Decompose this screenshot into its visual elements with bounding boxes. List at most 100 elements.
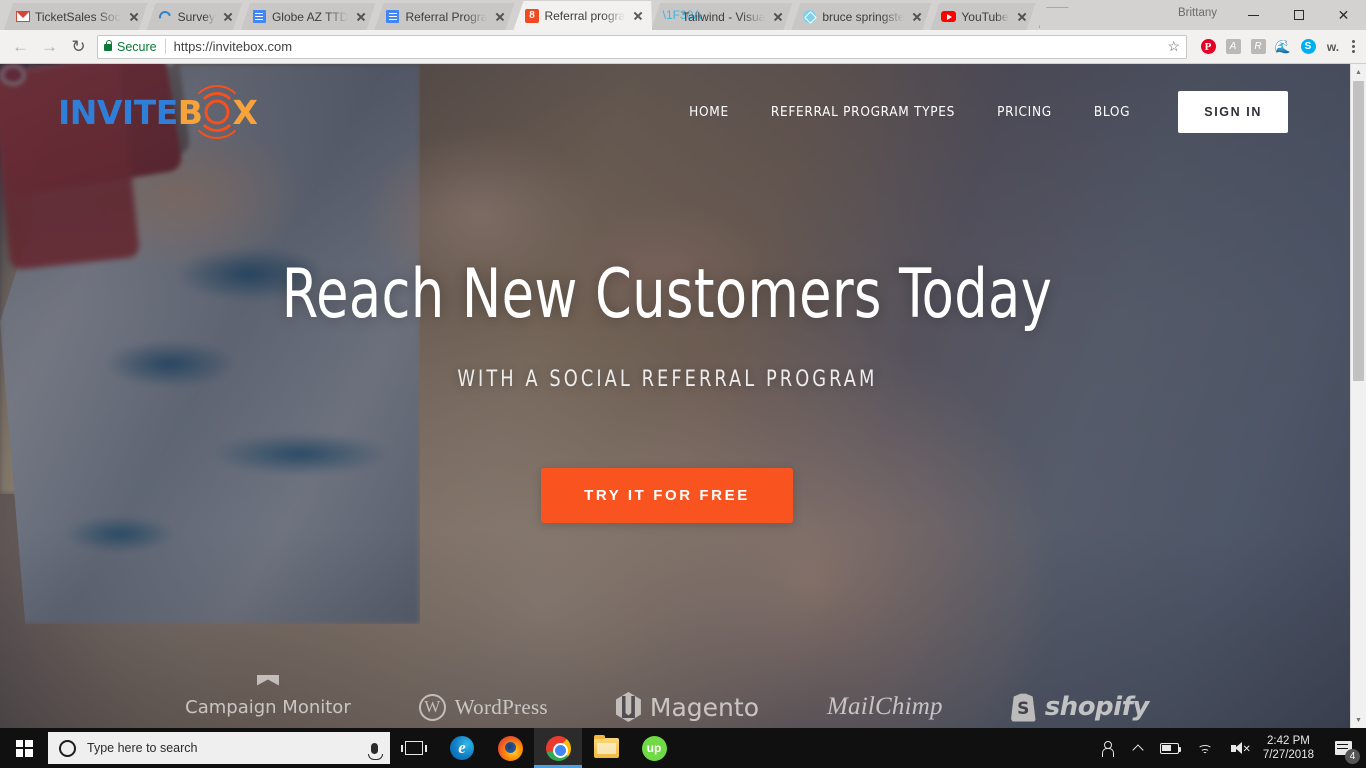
reload-icon[interactable]: ↻	[64, 32, 93, 61]
close-icon[interactable]	[909, 9, 925, 25]
chrome-browser-window: TicketSales Soc Survey Globe AZ TTD Refe…	[0, 0, 1366, 768]
scrollbar-thumb[interactable]	[1353, 81, 1364, 381]
tab-title: Tailwind - Visua	[682, 9, 766, 24]
notification-count-badge: 4	[1345, 749, 1360, 764]
partner-logos: Campaign Monitor W WordPress Magento Mai…	[0, 674, 1334, 722]
mailchimp-label: MailChimp	[827, 693, 943, 720]
windows-taskbar: Type here to search e up ✕ 2:42 PM 7/27/…	[0, 728, 1366, 768]
security-label: Secure	[117, 39, 157, 54]
new-tab-button[interactable]	[1039, 7, 1069, 28]
nav-item-pricing[interactable]: PRICING	[976, 104, 1073, 120]
windows-start-icon[interactable]	[0, 728, 48, 768]
minimize-icon[interactable]	[1231, 0, 1276, 30]
notifications-icon[interactable]: 4	[1324, 728, 1362, 768]
tab-strip: TicketSales Soc Survey Globe AZ TTD Refe…	[0, 0, 1366, 30]
show-hidden-icons-icon[interactable]	[1125, 728, 1151, 768]
close-icon[interactable]	[126, 9, 142, 25]
url-text: https://invitebox.com	[173, 39, 293, 54]
browser-tab-3[interactable]: Referral Progra	[374, 3, 514, 30]
google-docs-icon	[385, 9, 400, 24]
close-icon[interactable]	[1014, 9, 1030, 25]
cortana-icon	[59, 739, 76, 757]
browser-tab-7[interactable]: YouTube	[930, 3, 1035, 30]
cortana-search-box[interactable]: Type here to search	[48, 732, 390, 764]
nav-item-referral-program-types[interactable]: REFERRAL PROGRAM TYPES	[750, 104, 976, 120]
firefox-taskbar-icon[interactable]	[486, 728, 534, 768]
tab-title: Referral progra	[544, 8, 626, 23]
partner-wordpress[interactable]: W WordPress	[418, 693, 548, 721]
page-scrollbar[interactable]: ▲ ▼	[1350, 64, 1366, 728]
upwork-taskbar-icon[interactable]: up	[630, 728, 678, 768]
site-header: INVITE B X HOME REFERRAL PROGRAM TYPES P…	[0, 64, 1334, 160]
address-bar[interactable]: Secure https://invitebox.com ☆	[97, 34, 1187, 59]
shopify-icon: S	[1010, 693, 1036, 722]
wordtune-extension-icon[interactable]: w.	[1322, 36, 1344, 58]
divider	[164, 39, 166, 54]
clock-date: 7/27/2018	[1262, 749, 1314, 761]
scroll-up-icon[interactable]: ▲	[1351, 64, 1366, 80]
try-it-for-free-button[interactable]: TRY IT FOR FREE	[541, 468, 793, 523]
browser-toolbar: ← → ↻ Secure https://invitebox.com ☆ P A…	[0, 30, 1366, 64]
close-icon[interactable]	[770, 9, 786, 25]
window-controls: Brittany ✕	[1170, 0, 1366, 30]
volume-muted-icon[interactable]: ✕	[1222, 728, 1257, 768]
system-tray: ✕ 2:42 PM 7/27/2018 4	[1092, 728, 1366, 768]
invitebox-logo[interactable]: INVITE B X	[58, 85, 258, 139]
shopify-label: shopify	[1044, 692, 1150, 722]
logo-text-invite: INVITE	[58, 92, 178, 132]
grammarly-extension-icon[interactable]: R	[1247, 36, 1269, 58]
partner-shopify[interactable]: S shopify	[1010, 692, 1150, 722]
maximize-icon[interactable]	[1276, 0, 1321, 30]
battery-icon[interactable]	[1151, 728, 1188, 768]
sign-in-button[interactable]: SIGN IN	[1178, 91, 1288, 133]
file-explorer-taskbar-icon[interactable]	[582, 728, 630, 768]
partner-magento[interactable]: Magento	[615, 692, 759, 722]
tailwind-extension-icon[interactable]: 🌊	[1272, 36, 1294, 58]
close-icon[interactable]	[630, 8, 646, 24]
bookmark-star-icon[interactable]: ☆	[1167, 38, 1180, 55]
microsoft-edge-taskbar-icon[interactable]: e	[438, 728, 486, 768]
tab-title: TicketSales Soc	[35, 9, 121, 24]
microphone-icon[interactable]	[368, 742, 383, 760]
scroll-down-icon[interactable]: ▼	[1351, 712, 1366, 728]
nav-item-home[interactable]: HOME	[668, 104, 750, 120]
pinterest-extension-icon[interactable]: P	[1197, 36, 1219, 58]
tab-title: YouTube	[961, 9, 1009, 24]
close-icon[interactable]	[492, 9, 508, 25]
partner-mailchimp[interactable]: MailChimp	[827, 693, 943, 721]
main-navigation: HOME REFERRAL PROGRAM TYPES PRICING BLOG…	[668, 91, 1288, 133]
profile-name[interactable]: Brittany	[1170, 7, 1231, 19]
people-icon[interactable]	[1092, 728, 1125, 768]
youtube-icon	[941, 9, 956, 24]
partner-campaign-monitor[interactable]: Campaign Monitor	[185, 674, 351, 718]
tab-title: bruce springste	[822, 9, 905, 24]
page-viewport: INVITE B X HOME REFERRAL PROGRAM TYPES P…	[0, 64, 1366, 728]
search-placeholder: Type here to search	[87, 741, 198, 755]
browser-tab-2[interactable]: Globe AZ TTD	[241, 3, 375, 30]
browser-tab-6[interactable]: bruce springste	[791, 3, 931, 30]
back-icon[interactable]: ←	[6, 32, 35, 61]
forward-icon[interactable]: →	[35, 32, 64, 61]
tab-title: Globe AZ TTD	[271, 9, 349, 24]
chrome-menu-icon[interactable]	[1347, 40, 1360, 53]
browser-tab-5[interactable]: Tailwind - Visua	[651, 3, 792, 30]
hero-subheadline: WITH A SOCIAL REFERRAL PROGRAM	[456, 367, 878, 392]
close-icon[interactable]	[220, 9, 236, 25]
lock-icon	[104, 39, 113, 51]
wifi-icon[interactable]	[1188, 728, 1222, 768]
browser-tab-1[interactable]: Survey	[147, 3, 242, 30]
wordpress-icon: W	[418, 693, 446, 721]
hero-section: Reach New Customers Today WITH A SOCIAL …	[0, 64, 1334, 728]
nav-item-blog[interactable]: BLOG	[1073, 104, 1151, 120]
close-icon[interactable]	[353, 9, 369, 25]
task-view-icon[interactable]	[390, 728, 438, 768]
google-chrome-taskbar-icon[interactable]	[534, 728, 582, 768]
security-indicator[interactable]: Secure	[104, 39, 157, 54]
tab-title: Survey	[177, 9, 215, 24]
clock[interactable]: 2:42 PM 7/27/2018	[1257, 734, 1324, 762]
skype-extension-icon[interactable]: S	[1297, 36, 1319, 58]
close-icon[interactable]: ✕	[1321, 0, 1366, 30]
adobe-acrobat-extension-icon[interactable]: A	[1222, 36, 1244, 58]
browser-tab-4-active[interactable]: 8 Referral progra	[513, 1, 652, 30]
browser-tab-0[interactable]: TicketSales Soc	[4, 3, 148, 30]
